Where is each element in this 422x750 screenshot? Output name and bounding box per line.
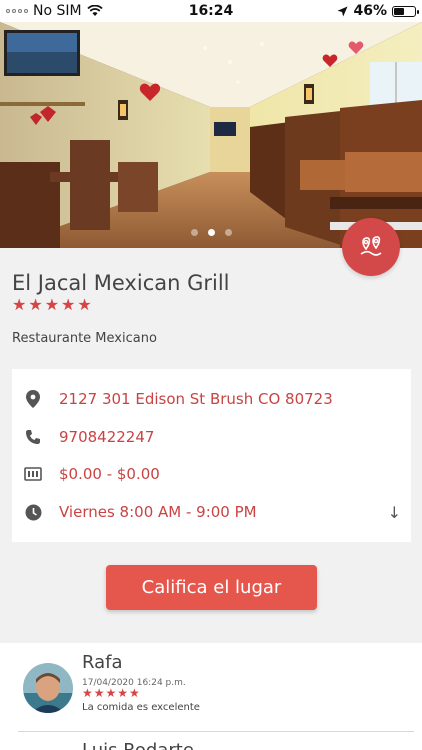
location-pin-icon (24, 390, 42, 408)
address-row[interactable]: 2127 301 Edison St Brush CO 80723 (12, 380, 411, 418)
phone-icon (24, 428, 42, 446)
rate-place-button[interactable]: Califica el lugar (106, 565, 317, 610)
hours-row[interactable]: Viernes 8:00 AM - 9:00 PM ↓ (12, 493, 411, 531)
map-button[interactable] (342, 218, 400, 276)
expand-hours-arrow-icon[interactable]: ↓ (388, 503, 401, 522)
restaurant-category: Restaurante Mexicano (12, 331, 157, 346)
page-dot[interactable] (224, 229, 232, 236)
hours-text: Viernes 8:00 AM - 9:00 PM (59, 503, 257, 521)
reviewer-avatar (23, 663, 73, 713)
map-pin-icon (360, 236, 382, 256)
review-divider (18, 731, 414, 732)
battery-percent: 46% (353, 3, 387, 19)
phone-row[interactable]: 9708422247 (12, 418, 411, 456)
review-stars: ★★★★★ (82, 686, 141, 700)
review-comment: La comida es excelente (82, 702, 200, 713)
restaurant-name: El Jacal Mexican Grill (12, 271, 230, 295)
clock-icon (24, 503, 42, 521)
reviewer-name: Rafa (82, 652, 123, 673)
info-card: 2127 301 Edison St Brush CO 80723 970842… (12, 369, 411, 542)
location-arrow-icon (337, 6, 348, 16)
photo-gallery[interactable] (0, 22, 422, 248)
price-text: $0.00 - $0.00 (59, 465, 160, 483)
reviews-list: Rafa 17/04/2020 16:24 p.m. ★★★★★ La comi… (0, 643, 422, 750)
reviewer-name: Luis Rodarte (82, 740, 194, 750)
battery-icon (392, 5, 419, 17)
price-row: $0.00 - $0.00 (12, 455, 411, 493)
battery-level-fill (394, 7, 405, 15)
address-text[interactable]: 2127 301 Edison St Brush CO 80723 (59, 390, 333, 408)
restaurant-photo (0, 22, 422, 248)
status-bar: No SIM 16:24 46% (0, 0, 422, 22)
status-right: 46% (337, 3, 419, 19)
page-dot-active[interactable] (207, 229, 215, 236)
price-icon (24, 465, 42, 483)
phone-text[interactable]: 9708422247 (59, 428, 154, 446)
rating-stars: ★★★★★ (12, 295, 94, 314)
page-dot[interactable] (190, 229, 198, 236)
